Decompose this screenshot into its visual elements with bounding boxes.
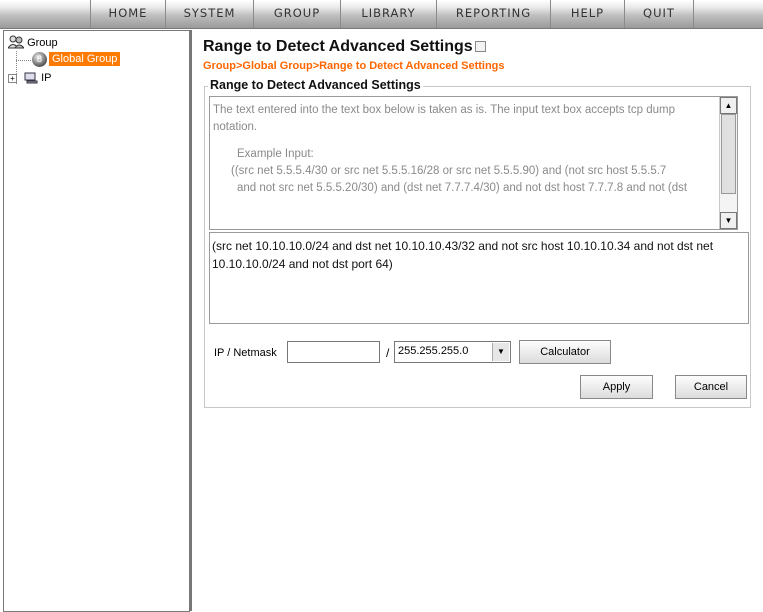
menu-group[interactable]: GROUP [254, 0, 341, 28]
filter-expression-input[interactable]: (src net 10.10.10.0/24 and dst net 10.10… [209, 232, 749, 324]
scroll-thumb[interactable] [721, 114, 736, 194]
info-scrollbar[interactable]: ▲ ▼ [719, 97, 737, 229]
help-icon[interactable] [474, 41, 486, 53]
cancel-button[interactable]: Cancel [675, 375, 747, 399]
info-line: and not src net 5.5.5.20/30) and (dst ne… [237, 182, 688, 194]
netmask-value: 255.255.255.0 [398, 345, 469, 357]
users-icon [7, 35, 26, 49]
group-tree-pane: Group 8 Global Group + IP [3, 30, 190, 612]
netmask-select[interactable]: 255.255.255.0 ▼ [394, 341, 511, 363]
calculator-button[interactable]: Calculator [519, 340, 611, 364]
apply-button[interactable]: Apply [580, 375, 653, 399]
tree-item-ip[interactable]: + IP [8, 70, 52, 86]
info-line: ((src net 5.5.5.4/30 or src net 5.5.5.16… [231, 165, 667, 177]
page-title: Range to Detect Advanced Settings [203, 38, 486, 56]
menu-spacer [0, 0, 91, 28]
ip-netmask-label: IP / Netmask [214, 347, 277, 359]
tree-root-group[interactable]: Group [7, 35, 58, 51]
page-title-text: Range to Detect Advanced Settings [203, 38, 473, 55]
ip-input[interactable] [287, 341, 380, 363]
expand-icon[interactable]: + [8, 73, 17, 83]
scroll-up-icon[interactable]: ▲ [720, 97, 737, 114]
menu-library[interactable]: LIBRARY [341, 0, 437, 28]
info-textbox[interactable]: The text entered into the text box below… [209, 96, 738, 230]
tree-item-global-group[interactable]: 8 Global Group [32, 51, 121, 69]
tree-root-label: Group [27, 37, 58, 49]
tree-connector [16, 60, 31, 61]
menu-home[interactable]: HOME [91, 0, 166, 28]
top-menu-bar: HOME SYSTEM GROUP LIBRARY REPORTING HELP… [0, 0, 763, 29]
chevron-down-icon[interactable]: ▼ [492, 343, 509, 361]
tree-item-label: Global Group [49, 52, 121, 66]
section-title: Range to Detect Advanced Settings [208, 78, 423, 92]
info-line: The text entered into the text box below… [213, 104, 675, 133]
menu-help[interactable]: HELP [551, 0, 625, 28]
menu-quit[interactable]: QUIT [625, 0, 694, 28]
info-text: The text entered into the text box below… [213, 102, 718, 197]
menu-reporting[interactable]: REPORTING [437, 0, 551, 28]
ip-slash: / [386, 346, 390, 360]
pane-divider[interactable] [189, 30, 192, 611]
breadcrumb: Group>Global Group>Range to Detect Advan… [203, 60, 505, 72]
tree-item-label: IP [41, 72, 52, 84]
computer-icon [24, 72, 41, 84]
globe-icon: 8 [32, 51, 47, 67]
info-line: Example Input: [237, 148, 314, 160]
menu-system[interactable]: SYSTEM [166, 0, 254, 28]
scroll-down-icon[interactable]: ▼ [720, 212, 737, 229]
